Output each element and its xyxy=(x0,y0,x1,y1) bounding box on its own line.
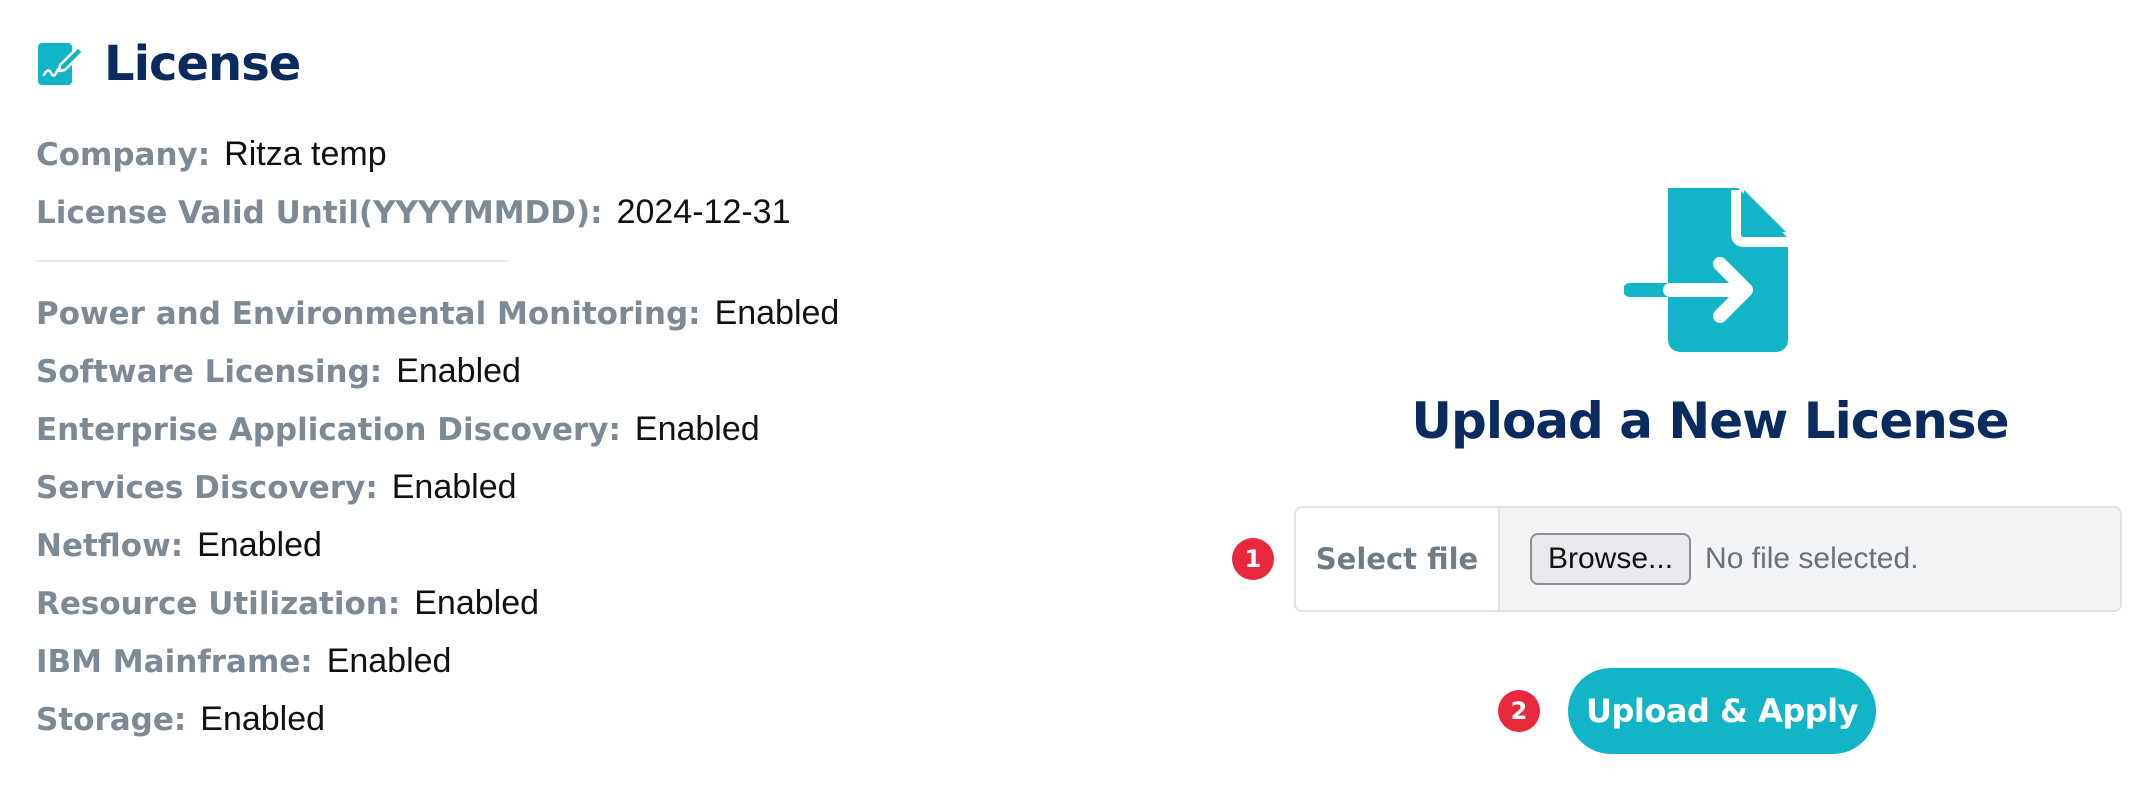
file-input-group: Select file Browse... No file selected. xyxy=(1294,506,2122,612)
feature-label: Services Discovery: xyxy=(36,470,378,506)
feature-label: Storage: xyxy=(36,702,187,738)
feature-row: Storage: Enabled xyxy=(36,699,325,740)
step-1-badge: 1 xyxy=(1232,538,1274,580)
feature-status: Enabled xyxy=(197,526,322,564)
feature-row: Enterprise Application Discovery: Enabled xyxy=(36,409,760,450)
feature-status: Enabled xyxy=(714,294,840,332)
feature-status: Enabled xyxy=(326,642,452,680)
feature-label: IBM Mainframe: xyxy=(36,644,313,680)
page-title: License xyxy=(104,36,301,92)
feature-label: Resource Utilization: xyxy=(36,586,401,622)
upload-title: Upload a New License xyxy=(1411,392,2009,450)
company-row: Company: Ritza temp xyxy=(36,134,387,175)
select-file-label: Select file xyxy=(1296,508,1500,610)
license-signature-icon xyxy=(38,43,84,85)
feature-status: Enabled xyxy=(391,468,517,506)
feature-row: Software Licensing: Enabled xyxy=(36,351,521,392)
feature-status: Enabled xyxy=(634,410,760,448)
upload-apply-button[interactable]: Upload & Apply xyxy=(1568,668,1876,754)
step-2-badge: 2 xyxy=(1498,690,1540,732)
feature-row: Netflow: Enabled xyxy=(36,525,322,566)
feature-label: Power and Environmental Monitoring: xyxy=(36,296,701,332)
feature-label: Netflow: xyxy=(36,528,184,564)
feature-status: Enabled xyxy=(414,584,540,622)
feature-status: Enabled xyxy=(200,700,326,738)
company-value: Ritza temp xyxy=(224,135,387,173)
valid-until-row: License Valid Until(YYYYMMDD): 2024-12-31 xyxy=(36,192,791,233)
feature-row: Power and Environmental Monitoring: Enabl… xyxy=(36,293,839,334)
browse-button[interactable]: Browse... xyxy=(1530,533,1692,585)
feature-row: IBM Mainframe: Enabled xyxy=(36,641,451,682)
valid-until-label: License Valid Until(YYYYMMDD): xyxy=(36,195,603,231)
valid-until-value: 2024-12-31 xyxy=(616,193,791,231)
page-header: License xyxy=(36,36,301,92)
company-label: Company: xyxy=(36,137,211,173)
file-import-icon xyxy=(1624,188,1788,352)
license-page: License Company: Ritza temp License Valid… xyxy=(0,0,2150,812)
file-status: No file selected. xyxy=(1705,542,1919,575)
file-input[interactable]: Browse... No file selected. xyxy=(1500,508,2120,610)
feature-label: Software Licensing: xyxy=(36,354,383,390)
feature-row: Resource Utilization: Enabled xyxy=(36,583,539,624)
feature-label: Enterprise Application Discovery: xyxy=(36,412,621,448)
feature-row: Services Discovery: Enabled xyxy=(36,467,517,508)
divider xyxy=(36,260,508,262)
feature-status: Enabled xyxy=(396,352,521,390)
